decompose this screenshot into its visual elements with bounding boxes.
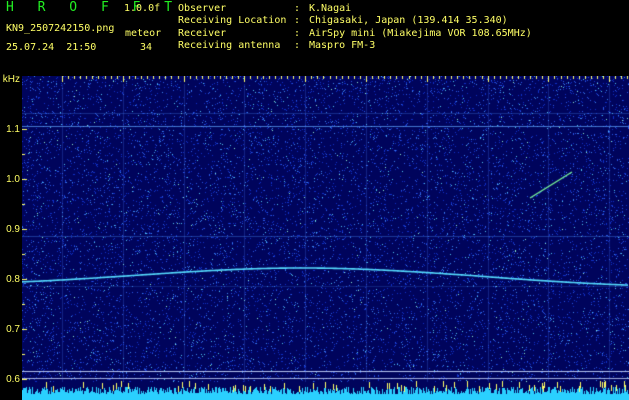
spectrogram-plot [22,76,629,400]
info-value: AirSpy mini (Miakejima VOR 108.65MHz) [309,27,532,39]
info-row: Observer: K.Nagai [178,3,532,15]
info-key: Receiving Location [178,15,287,27]
y-tick-label: 0.8 [6,274,20,285]
info-row: Receiving Location: Chigasaki, Japan (139… [178,15,532,27]
info-separator: : [294,39,301,51]
info-key: Receiver [178,27,227,39]
meteor-count: 34 [140,42,153,53]
y-axis-unit: kHz [2,74,20,85]
info-value: Maspro FM-3 [309,39,376,51]
info-row: Receiver: AirSpy mini (Miakejima VOR 108.… [178,28,532,40]
app-version: 1.0.0f [124,3,161,14]
y-tick-label: 0.7 [6,324,20,335]
meteor-label: meteor [125,28,162,39]
info-key: Observer [178,3,227,14]
file-name: KN9_2507242150.png [6,23,115,34]
info-row: Receiving antenna: Maspro FM-3 [178,40,532,52]
info-key: Receiving antenna [178,39,281,51]
info-separator: : [294,3,301,14]
header-panel: H R O F F T 1.0.0f KN9_2507242150.png me… [0,0,629,74]
y-tick-label: 0.6 [6,374,20,385]
date-time: 25.07.24 21:50 [6,42,97,53]
y-tick-label: 1.0 [6,174,20,185]
y-tick-label: 0.9 [6,224,20,235]
observation-info: Observer: K.Nagai Receiving Location: Chig… [178,3,532,52]
info-separator: : [294,27,301,39]
info-value: Chigasaki, Japan (139.414 35.340) [309,15,508,27]
info-value: K.Nagai [309,3,352,14]
info-separator: : [294,15,301,27]
y-tick-label: 1.1 [6,124,20,135]
